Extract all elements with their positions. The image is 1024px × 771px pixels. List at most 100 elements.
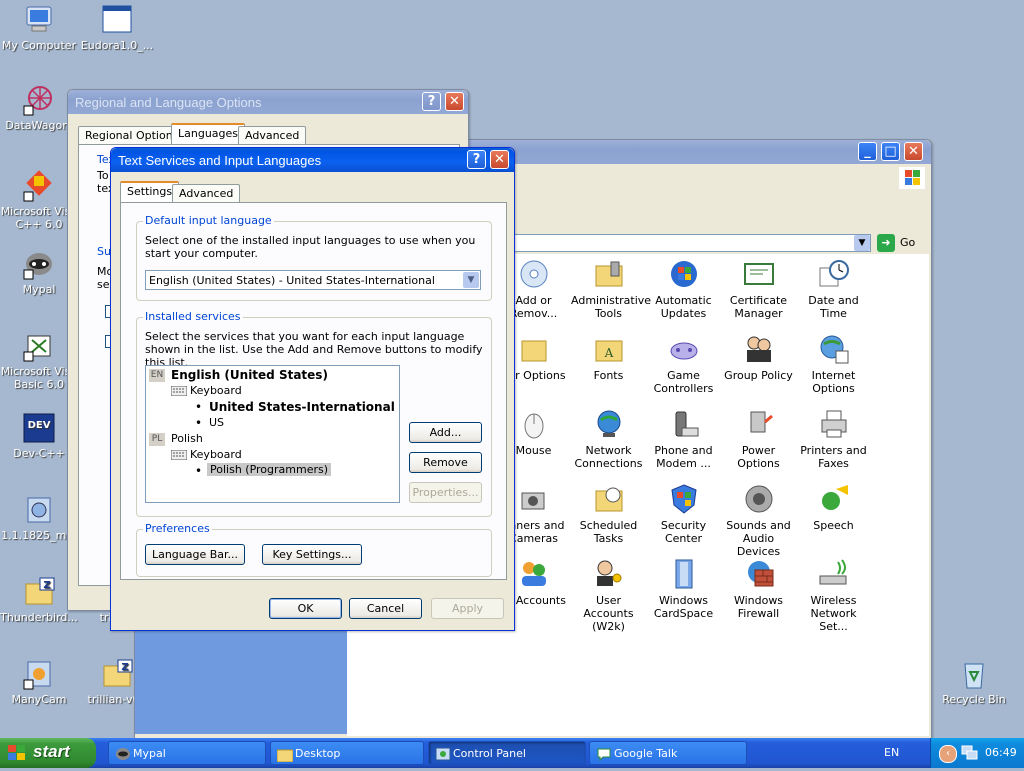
cardspace-icon (668, 558, 700, 590)
task-label: Control Panel (453, 747, 526, 760)
cp-speech[interactable]: Speech (796, 483, 871, 532)
desktop-icon-recycle-bin[interactable]: Recycle Bin (935, 658, 1013, 706)
desktop-icon-eudora[interactable]: Eudora1.0_... (78, 4, 156, 52)
preferences-group: Preferences Language Bar... Key Settings… (136, 522, 492, 577)
maximize-button[interactable]: □ (881, 142, 900, 161)
tab-settings[interactable]: Settings (120, 181, 180, 202)
user-key-icon (593, 558, 625, 590)
cp-certificate-manager[interactable]: Certificate Manager (721, 258, 796, 320)
tree-item-keyboard[interactable]: Keyboard (190, 384, 242, 397)
tree-item-layout[interactable]: US (209, 416, 224, 429)
cp-fonts[interactable]: A Fonts (571, 333, 646, 382)
scheduled-tasks-icon (593, 483, 625, 515)
task-mypal[interactable]: Mypal (108, 741, 266, 765)
desktop-icon-label: Thunderbird... (0, 611, 78, 624)
cp-automatic-updates[interactable]: Automatic Updates (646, 258, 721, 320)
cp-printers-and-faxes[interactable]: Printers and Faxes (796, 408, 871, 470)
task-google-talk[interactable]: Google Talk (589, 741, 747, 765)
keyboard-icon (170, 449, 188, 463)
desktop-icon-label: My Computer (1, 39, 77, 52)
language-bar-button[interactable]: Language Bar... (145, 544, 245, 565)
cp-administrative-tools[interactable]: Administrative Tools (571, 258, 652, 320)
cp-item-label: Certificate Manager (729, 294, 788, 320)
default-language-select[interactable]: English (United States) - United States-… (145, 270, 481, 290)
desktop-icon-label: Recycle Bin (942, 693, 1006, 706)
cp-security-center[interactable]: Security Center (646, 483, 721, 545)
properties-button[interactable]: Properties... (409, 482, 482, 503)
minimize-button[interactable]: _ (858, 142, 877, 161)
cp-phone-and-modem[interactable]: Phone and Modem ... (646, 408, 721, 470)
close-button[interactable]: ✕ (445, 92, 464, 111)
cp-item-label: User Accounts (W2k) (583, 594, 634, 633)
clock-icon (818, 258, 850, 290)
svg-text:Z: Z (43, 580, 50, 591)
cp-power-options[interactable]: Power Options (721, 408, 796, 470)
close-button[interactable]: ✕ (490, 150, 509, 169)
tab-regional-options[interactable]: Regional Options (78, 126, 186, 144)
cp-scheduled-tasks[interactable]: Scheduled Tasks (571, 483, 646, 545)
help-button[interactable]: ? (467, 150, 486, 169)
services-tree[interactable]: EN English (United States) Keyboard • Un… (145, 365, 400, 503)
cp-item-label: Fonts (593, 369, 624, 382)
address-dropdown-button[interactable]: ▼ (854, 235, 870, 251)
visual-cpp-icon (22, 170, 56, 202)
go-arrow-icon[interactable]: ➜ (877, 234, 895, 252)
cp-network-connections[interactable]: Network Connections (571, 408, 646, 470)
cp-item-label: Administrative Tools (571, 294, 652, 320)
chevron-left-icon[interactable]: ‹ (939, 745, 957, 763)
tree-item-layout-selected[interactable]: Polish (Programmers) (207, 463, 332, 476)
help-button[interactable]: ? (422, 92, 441, 111)
cp-internet-options[interactable]: Internet Options (796, 333, 871, 395)
add-button[interactable]: Add... (409, 422, 482, 443)
clock: 06:49 (985, 746, 1017, 759)
start-button[interactable]: start (0, 738, 96, 768)
desktop-icon-manycam[interactable]: ManyCam (0, 658, 78, 706)
desktop-icon-my-computer[interactable]: My Computer (0, 4, 78, 52)
tab-languages[interactable]: Languages (171, 123, 246, 144)
remove-button[interactable]: Remove (409, 452, 482, 473)
cp-windows-cardspace[interactable]: Windows CardSpace (646, 558, 721, 620)
close-button[interactable]: ✕ (904, 142, 923, 161)
tree-item-english[interactable]: English (United States) (171, 368, 328, 382)
folder-icon (276, 747, 294, 771)
tree-item-polish[interactable]: Polish (171, 432, 203, 445)
ok-button[interactable]: OK (269, 598, 342, 619)
tree-item-layout[interactable]: United States-International (209, 400, 395, 414)
tree-item-keyboard[interactable]: Keyboard (190, 448, 242, 461)
scanner-camera-icon (518, 483, 550, 515)
key-settings-button[interactable]: Key Settings... (262, 544, 362, 565)
cp-item-label: Automatic Updates (655, 294, 712, 320)
raccoon-icon (115, 746, 131, 771)
cp-user-accounts-w2k[interactable]: User Accounts (W2k) (571, 558, 646, 633)
cp-item-label: Network Connections (574, 444, 643, 470)
chevron-down-icon[interactable]: ▼ (463, 272, 479, 288)
task-label: Mypal (133, 747, 166, 760)
cp-windows-firewall[interactable]: Windows Firewall (721, 558, 796, 620)
cp-item-label: Windows Firewall (733, 594, 784, 620)
task-control-panel[interactable]: Control Panel (428, 741, 586, 765)
text-services-desc: To (97, 169, 109, 182)
language-indicator[interactable]: EN (884, 746, 899, 759)
apply-button[interactable]: Apply (431, 598, 504, 619)
network-tray-icon[interactable] (961, 745, 979, 764)
speech-icon (818, 483, 850, 515)
task-desktop[interactable]: Desktop (270, 741, 424, 765)
installer-icon (22, 494, 56, 526)
cp-item-label: Scheduled Tasks (579, 519, 638, 545)
cp-item-label: Power Options (737, 444, 780, 470)
cancel-button[interactable]: Cancel (349, 598, 422, 619)
go-button[interactable]: Go (900, 236, 915, 249)
cp-game-controllers[interactable]: Game Controllers (646, 333, 721, 395)
tab-advanced[interactable]: Advanced (238, 126, 307, 144)
cp-item-label: Speech (813, 519, 854, 532)
cp-group-policy[interactable]: Group Policy (721, 333, 796, 382)
cp-item-label: Sounds and Audio Devices (726, 519, 791, 558)
cp-sounds-and-audio[interactable]: Sounds and Audio Devices (721, 483, 796, 558)
cp-item-label: Printers and Faxes (800, 444, 867, 470)
cp-wireless-network[interactable]: Wireless Network Set... (796, 558, 871, 633)
tab-advanced[interactable]: Advanced (172, 184, 241, 202)
cp-date-and-time[interactable]: Date and Time (796, 258, 871, 320)
zip-folder-icon: Z (100, 658, 134, 690)
select-value: English (United States) - United States-… (149, 274, 435, 287)
globe-icon (818, 333, 850, 365)
